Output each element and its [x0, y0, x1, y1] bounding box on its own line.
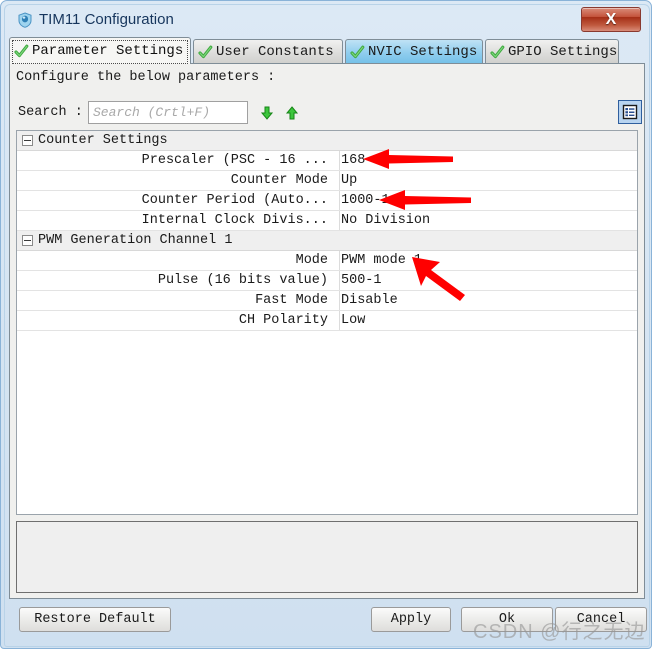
param-value[interactable]: Low	[341, 313, 635, 328]
param-value[interactable]: 500-1	[341, 273, 635, 288]
window-title: TIM11 Configuration	[39, 11, 174, 28]
collapse-icon[interactable]	[22, 135, 33, 146]
table-row[interactable]: Fast Mode Disable	[17, 291, 637, 311]
tab-nvic-settings[interactable]: NVIC Settings	[345, 39, 483, 64]
tab-label: GPIO Settings	[508, 44, 618, 60]
table-row[interactable]: Prescaler (PSC - 16 ... 168-1	[17, 151, 637, 171]
param-name: Pulse (16 bits value)	[157, 273, 328, 288]
restore-default-button[interactable]: Restore Default	[19, 607, 171, 632]
column-divider	[339, 151, 340, 170]
tab-strip: Parameter Settings User Constants NVIC S…	[9, 37, 645, 64]
param-name: Internal Clock Divis...	[141, 213, 328, 228]
table-row[interactable]: Counter Mode Up	[17, 171, 637, 191]
parameter-settings-panel: Configure the below parameters : Search …	[9, 63, 645, 599]
list-view-icon[interactable]	[618, 100, 642, 124]
param-value[interactable]: 1000-1	[341, 193, 635, 208]
dialog-window: TIM11 Configuration X Parameter Settings	[0, 0, 652, 649]
param-value[interactable]: Disable	[341, 293, 635, 308]
param-value[interactable]: 168-1	[341, 153, 635, 168]
tab-label: NVIC Settings	[368, 44, 478, 60]
table-row[interactable]: Pulse (16 bits value) 500-1	[17, 271, 637, 291]
column-divider	[339, 271, 340, 290]
column-divider	[339, 211, 340, 230]
table-row[interactable]: Internal Clock Divis... No Division	[17, 211, 637, 231]
dialog-footer: Restore Default Apply Ok Cancel	[9, 601, 647, 643]
group-header-row[interactable]: Counter Settings	[17, 131, 637, 151]
title-bar: TIM11 Configuration X	[5, 5, 649, 35]
tab-user-constants[interactable]: User Constants	[193, 39, 343, 64]
arrow-down-green-icon[interactable]	[259, 105, 275, 121]
group-title: PWM Generation Channel 1	[38, 233, 233, 248]
column-divider	[339, 191, 340, 210]
description-panel	[16, 521, 638, 593]
table-row[interactable]: Counter Period (Auto... 1000-1	[17, 191, 637, 211]
column-divider	[339, 251, 340, 270]
param-value[interactable]: No Division	[341, 213, 635, 228]
column-divider	[339, 311, 340, 330]
ok-button[interactable]: Ok	[461, 607, 553, 632]
cancel-button[interactable]: Cancel	[555, 607, 647, 632]
arrow-up-green-icon[interactable]	[284, 105, 300, 121]
group-title: Counter Settings	[38, 133, 168, 148]
table-row[interactable]: Mode PWM mode 1	[17, 251, 637, 271]
column-divider	[339, 291, 340, 310]
instruction-text: Configure the below parameters :	[16, 70, 276, 85]
param-name: Prescaler (PSC - 16 ...	[141, 153, 328, 168]
param-name: Fast Mode	[255, 293, 328, 308]
search-input[interactable]	[88, 101, 248, 124]
green-check-icon	[490, 45, 505, 60]
close-icon: X	[605, 11, 617, 28]
parameter-grid[interactable]: Counter Settings Prescaler (PSC - 16 ...…	[16, 130, 638, 515]
param-value[interactable]: PWM mode 1	[341, 253, 635, 268]
param-name: Counter Mode	[230, 173, 328, 188]
table-row[interactable]: CH Polarity Low	[17, 311, 637, 331]
green-check-icon	[14, 44, 29, 59]
apply-button[interactable]: Apply	[371, 607, 451, 632]
tab-label: Parameter Settings	[32, 43, 184, 59]
column-divider	[339, 171, 340, 190]
tab-label: User Constants	[216, 44, 334, 60]
search-label: Search :	[18, 105, 83, 120]
group-header-row[interactable]: PWM Generation Channel 1	[17, 231, 637, 251]
close-button[interactable]: X	[581, 7, 641, 32]
shield-icon	[17, 12, 33, 28]
tab-gpio-settings[interactable]: GPIO Settings	[485, 39, 619, 64]
green-check-icon	[198, 45, 213, 60]
green-check-icon	[350, 45, 365, 60]
param-name: CH Polarity	[238, 313, 328, 328]
tab-parameter-settings[interactable]: Parameter Settings	[9, 37, 191, 64]
param-name: Mode	[295, 253, 328, 268]
collapse-icon[interactable]	[22, 235, 33, 246]
param-value[interactable]: Up	[341, 173, 635, 188]
param-name: Counter Period (Auto...	[141, 193, 328, 208]
